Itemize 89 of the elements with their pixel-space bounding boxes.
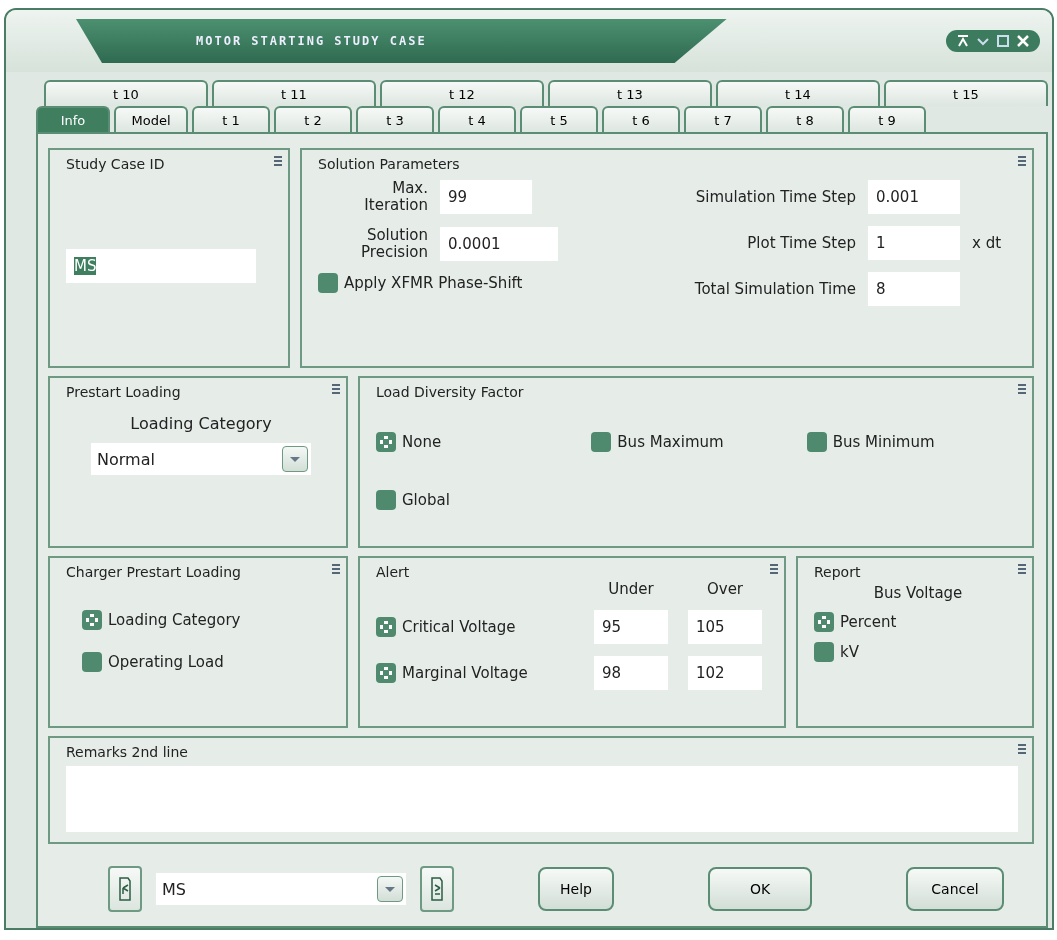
loading-category-dropdown[interactable]: Normal bbox=[91, 443, 311, 475]
close-icon[interactable] bbox=[1016, 34, 1030, 48]
checkbox-label: Apply XFMR Phase-Shift bbox=[344, 274, 523, 292]
checkbox-label: Marginal Voltage bbox=[402, 664, 528, 682]
group-title: Alert bbox=[376, 564, 410, 580]
input-field[interactable]: 0.0001 bbox=[440, 226, 558, 261]
group-title: Report bbox=[814, 564, 861, 580]
tab[interactable]: t 11 bbox=[212, 80, 376, 106]
input-field[interactable]: 8 bbox=[868, 272, 960, 306]
remarks-field[interactable] bbox=[66, 766, 1018, 832]
next-button[interactable] bbox=[420, 866, 454, 912]
tab[interactable]: t 12 bbox=[380, 80, 544, 106]
radio-button[interactable] bbox=[814, 612, 834, 632]
tab[interactable]: t 14 bbox=[716, 80, 880, 106]
tab[interactable]: t 4 bbox=[438, 106, 516, 132]
group-title: Prestart Loading bbox=[66, 384, 181, 400]
grip-icon[interactable] bbox=[1018, 156, 1026, 168]
checkbox[interactable] bbox=[376, 617, 396, 637]
grip-icon[interactable] bbox=[770, 564, 778, 576]
radio-button[interactable] bbox=[376, 490, 396, 510]
radio-button[interactable] bbox=[806, 432, 827, 452]
input-field[interactable]: 98 bbox=[594, 656, 668, 690]
collapse-icon[interactable] bbox=[956, 34, 970, 48]
tab[interactable]: t 15 bbox=[884, 80, 1048, 106]
grip-icon[interactable] bbox=[1018, 744, 1026, 756]
grip-icon[interactable] bbox=[1018, 564, 1026, 576]
input-field[interactable]: 1 bbox=[868, 226, 960, 260]
tab[interactable]: t 13 bbox=[548, 80, 712, 106]
tab[interactable]: t 10 bbox=[44, 80, 208, 106]
radio-button[interactable] bbox=[591, 432, 612, 452]
radio-button[interactable] bbox=[376, 432, 396, 452]
tab[interactable]: t 8 bbox=[766, 106, 844, 132]
maximize-icon[interactable] bbox=[996, 34, 1010, 48]
group-title: Load Diversity Factor bbox=[376, 384, 524, 400]
group-title: Charger Prestart Loading bbox=[66, 564, 241, 580]
input-field[interactable]: 99 bbox=[440, 180, 532, 215]
dialog-button[interactable]: OK bbox=[708, 867, 812, 911]
tab[interactable]: t 9 bbox=[848, 106, 926, 132]
grip-icon[interactable] bbox=[332, 384, 340, 396]
radio-label: Global bbox=[402, 491, 450, 509]
input-field[interactable]: 102 bbox=[688, 656, 762, 690]
tab[interactable]: t 1 bbox=[192, 106, 270, 132]
tab[interactable]: t 2 bbox=[274, 106, 352, 132]
column-header: Under bbox=[607, 580, 655, 598]
radio-button[interactable] bbox=[82, 652, 102, 672]
study-case-id-field[interactable]: MS bbox=[66, 249, 256, 283]
window-title: MOTOR STARTING STUDY CASE bbox=[76, 19, 727, 63]
radio-label: Bus Minimum bbox=[832, 433, 935, 451]
group-title: Remarks 2nd line bbox=[66, 744, 188, 760]
document-icon bbox=[430, 876, 444, 902]
radio-label: Loading Category bbox=[108, 611, 241, 629]
radio-label: Operating Load bbox=[108, 653, 224, 671]
input-field[interactable]: 0.001 bbox=[868, 180, 960, 214]
grip-icon[interactable] bbox=[332, 564, 340, 576]
dialog-button[interactable]: Help bbox=[538, 867, 614, 911]
grip-icon[interactable] bbox=[274, 156, 282, 168]
field-label: Max. Iteration bbox=[363, 180, 428, 215]
radio-label: kV bbox=[840, 643, 859, 661]
radio-button[interactable] bbox=[82, 610, 102, 630]
checkbox-label: Critical Voltage bbox=[402, 618, 516, 636]
grip-icon[interactable] bbox=[1018, 384, 1026, 396]
field-label: Total Simulation Time bbox=[694, 280, 856, 298]
input-field[interactable]: 105 bbox=[688, 610, 762, 644]
radio-label: None bbox=[402, 433, 442, 451]
group-title: Solution Parameters bbox=[318, 156, 460, 172]
field-label: Simulation Time Step bbox=[695, 188, 856, 206]
tab[interactable]: t 7 bbox=[684, 106, 762, 132]
previous-button[interactable] bbox=[108, 866, 142, 912]
field-label: Plot Time Step bbox=[747, 234, 856, 252]
dialog-button[interactable]: Cancel bbox=[906, 867, 1004, 911]
tab[interactable]: Model bbox=[114, 106, 188, 132]
study-case-dropdown[interactable]: MS bbox=[156, 873, 406, 905]
field-label: Solution Precision bbox=[360, 226, 428, 261]
tab[interactable]: t 6 bbox=[602, 106, 680, 132]
field-label: Bus Voltage bbox=[873, 584, 963, 602]
checkbox[interactable] bbox=[376, 663, 396, 683]
field-label: Loading Category bbox=[130, 414, 272, 433]
radio-label: Percent bbox=[840, 613, 897, 631]
column-header: Over bbox=[705, 580, 745, 598]
radio-button[interactable] bbox=[814, 642, 834, 662]
input-field[interactable]: 95 bbox=[594, 610, 668, 644]
unit-label: x dt bbox=[972, 234, 1002, 252]
tab[interactable]: t 5 bbox=[520, 106, 598, 132]
group-title: Study Case ID bbox=[66, 156, 165, 172]
tab[interactable]: Info bbox=[36, 106, 110, 132]
radio-label: Bus Maximum bbox=[617, 433, 724, 451]
tab[interactable]: t 3 bbox=[356, 106, 434, 132]
document-icon bbox=[118, 876, 132, 902]
checkbox[interactable] bbox=[318, 273, 338, 293]
